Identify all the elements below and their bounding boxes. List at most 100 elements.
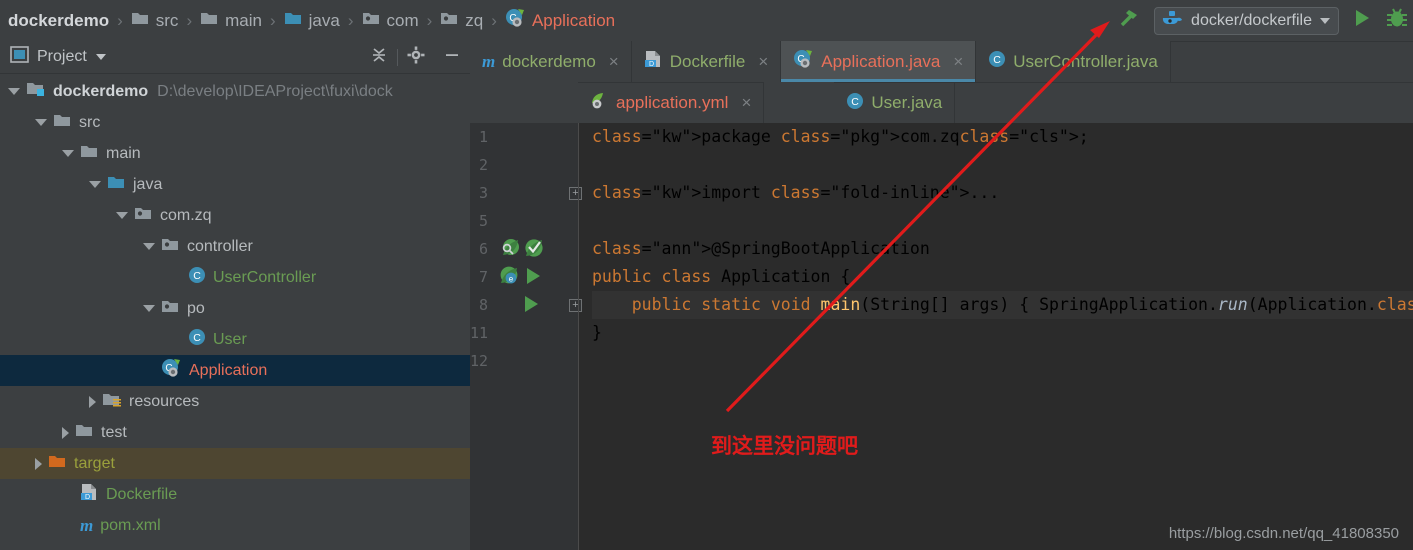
chevron-down-icon[interactable] (95, 54, 106, 60)
code-line-8[interactable]: public static void main(String[] args) {… (592, 291, 1413, 319)
editor-tab-dockerdemo[interactable]: m dockerdemo × (470, 41, 632, 82)
tree-item-com-zq[interactable]: com.zq (0, 200, 470, 231)
tree-item-test[interactable]: test (0, 417, 470, 448)
gutter-line-1[interactable]: 1 (470, 123, 578, 151)
run-configuration-selector[interactable]: docker/dockerfile (1154, 6, 1339, 35)
close-icon[interactable]: × (758, 52, 768, 72)
breadcrumb-item-dockerdemo[interactable]: dockerdemo (8, 11, 109, 31)
tab-row-filler (1170, 41, 1413, 82)
breadcrumb-item-java[interactable]: java (284, 10, 340, 32)
code-editor[interactable]: 1 2 3 +5 6 7 e 8 +11 12 class="kw">package class=… (470, 123, 1413, 550)
gutter-line-7[interactable]: 7e (470, 263, 578, 291)
run-icon[interactable] (522, 294, 541, 319)
fold-marker[interactable]: + (569, 299, 582, 312)
tree-item-application[interactable]: C Application (0, 355, 470, 386)
dockerfile-icon: D (644, 50, 663, 74)
tree-item-pom-xml[interactable]: m pom.xml (0, 510, 470, 541)
debug-icon[interactable] (1385, 5, 1409, 36)
breadcrumb-item-zq[interactable]: zq (440, 10, 483, 32)
project-view-icon (10, 46, 29, 68)
tree-item-target[interactable]: target (0, 448, 470, 479)
tree-item-dockerfile[interactable]: D Dockerfile (0, 479, 470, 510)
toolbar-right-group: docker/dockerfile (1118, 0, 1413, 41)
line-number: 12 (469, 352, 488, 370)
tree-item-java[interactable]: java (0, 169, 470, 200)
breadcrumb-item-com[interactable]: com (362, 10, 419, 32)
code-line-5[interactable] (592, 207, 1413, 235)
gutter-line-6[interactable]: 6 (470, 235, 578, 263)
run-icon[interactable] (524, 266, 543, 291)
breadcrumb-item-src[interactable]: src (131, 10, 178, 32)
close-icon[interactable]: × (953, 52, 963, 72)
code-line-2[interactable] (592, 151, 1413, 179)
tree-item-label: target (74, 454, 115, 472)
tree-toggle-closed-icon[interactable] (35, 457, 42, 470)
editor-tab-user-java[interactable]: C User.java (834, 82, 956, 123)
code-line-6[interactable]: class="ann">@SpringBootApplication (592, 235, 1413, 263)
code-line-11[interactable]: } (592, 319, 1413, 347)
hammer-icon[interactable] (1118, 5, 1144, 36)
package-icon (134, 205, 153, 227)
tree-item-src[interactable]: src (0, 107, 470, 138)
tree-toggle-open-icon[interactable] (62, 150, 74, 157)
breadcrumb-item-main[interactable]: main (200, 10, 262, 32)
editor-tab-application-yml[interactable]: application.yml × (578, 82, 765, 123)
editor-tab-application-java[interactable]: C Application.java × (781, 41, 977, 82)
spring-bean-icon[interactable]: e (500, 266, 520, 291)
run-icon[interactable] (1349, 5, 1375, 36)
tree-item-label: pom.xml (100, 516, 161, 534)
project-tree: dockerdemo D:\develop\IDEAProject\fuxi\do… (0, 74, 470, 541)
tree-item-resources[interactable]: resources (0, 386, 470, 417)
project-panel-title: Project (37, 48, 87, 65)
hide-panel-icon[interactable] (434, 46, 470, 69)
close-icon[interactable]: × (741, 93, 751, 113)
resources-folder-icon (102, 391, 122, 413)
tree-toggle-open-icon[interactable] (89, 181, 101, 188)
gutter-line-8[interactable]: 8 + (470, 291, 582, 319)
folder-grey-icon (53, 112, 72, 134)
breadcrumb-item-application[interactable]: C Application (505, 8, 615, 33)
tree-item-main[interactable]: main (0, 138, 470, 169)
gutter-icons (500, 238, 544, 263)
tree-item-user[interactable]: C User (0, 324, 470, 355)
spring-check-icon[interactable] (524, 238, 544, 263)
close-icon[interactable]: × (609, 52, 619, 72)
gutter-line-12[interactable]: 12 (470, 347, 578, 375)
java-class-icon: C (846, 92, 864, 115)
gutter-line-5[interactable]: 5 (470, 207, 578, 235)
tab-row-filler (955, 82, 1413, 123)
tree-toggle-closed-icon[interactable] (62, 426, 69, 439)
tree-toggle-open-icon[interactable] (143, 243, 155, 250)
tree-toggle-open-icon[interactable] (143, 305, 155, 312)
tree-toggle-open-icon[interactable] (35, 119, 47, 126)
dockerfile-icon: D (80, 483, 99, 507)
collapse-all-icon[interactable] (361, 46, 397, 69)
spring-class-icon: C (161, 358, 182, 383)
code-line-3[interactable]: class="kw">import class="fold-inline">..… (592, 179, 1413, 207)
tree-item-usercontroller[interactable]: C UserController (0, 262, 470, 293)
gutter-line-2[interactable]: 2 (470, 151, 578, 179)
tree-toggle-closed-icon[interactable] (89, 395, 96, 408)
gutter-line-3[interactable]: 3 + (470, 179, 582, 207)
tree-toggle-open-icon[interactable] (8, 88, 20, 95)
spring-search-icon[interactable] (500, 238, 520, 263)
code-line-12[interactable] (592, 347, 1413, 375)
tree-item-dockerdemo[interactable]: dockerdemo D:\develop\IDEAProject\fuxi\do… (0, 76, 470, 107)
tree-toggle-open-icon[interactable] (116, 212, 128, 219)
editor-tab-dockerfile[interactable]: D Dockerfile × (632, 41, 782, 82)
settings-gear-icon[interactable] (398, 46, 434, 69)
fold-marker[interactable]: + (569, 187, 582, 200)
line-number: 11 (469, 324, 488, 342)
tree-item-po[interactable]: po (0, 293, 470, 324)
breadcrumb-separator: › (491, 10, 497, 30)
editor-tab-usercontroller-java[interactable]: C UserController.java (976, 41, 1171, 82)
tree-item-path: D:\develop\IDEAProject\fuxi\dock (157, 82, 393, 100)
tree-item-controller[interactable]: controller (0, 231, 470, 262)
code-line-1[interactable]: class="kw">package class="pkg">com.zqcla… (592, 123, 1413, 151)
editor-gutter[interactable]: 1 2 3 +5 6 7 e 8 +11 12 (470, 123, 582, 550)
code-line-7[interactable]: public class Application { (592, 263, 1413, 291)
module-icon (26, 80, 46, 103)
code-content[interactable]: class="kw">package class="pkg">com.zqcla… (592, 123, 1413, 550)
gutter-line-11[interactable]: 11 (470, 319, 578, 347)
chevron-down-icon[interactable] (1320, 17, 1330, 24)
